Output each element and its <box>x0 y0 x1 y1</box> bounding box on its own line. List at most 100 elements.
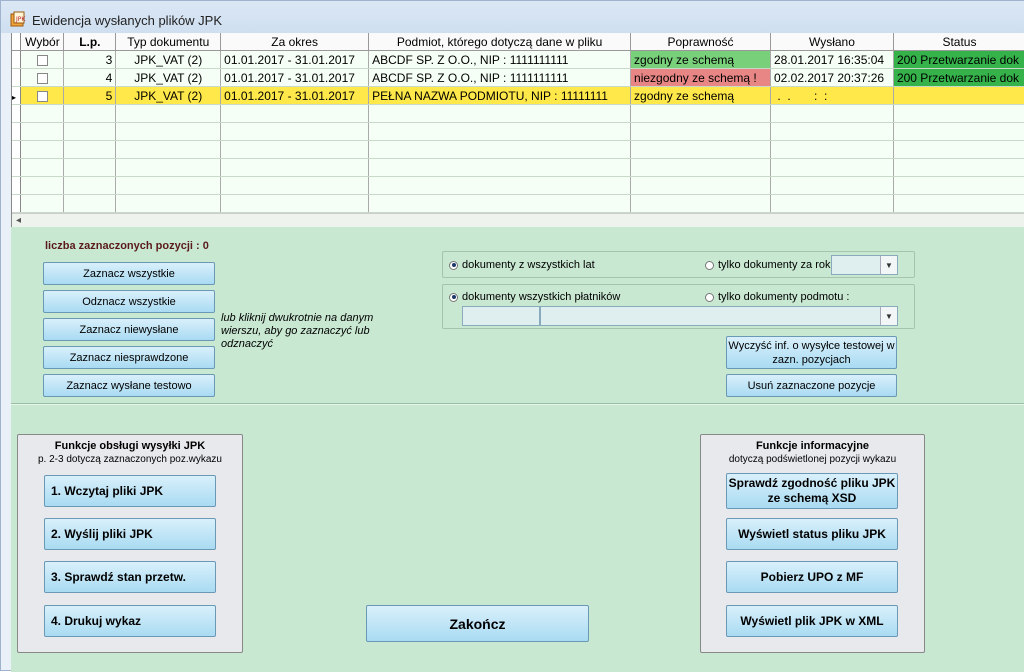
sent-cell: . . : : <box>770 86 894 105</box>
show-xml-button[interactable]: Wyświetl plik JPK w XML <box>726 605 898 637</box>
radio-all-payers-label: dokumenty wszystkich płatników <box>462 291 621 303</box>
type-cell: JPK_VAT (2) <box>115 68 222 87</box>
column-header-wybor[interactable]: Wybór <box>20 33 65 51</box>
period-cell: 01.01.2017 - 31.01.2017 <box>220 68 370 87</box>
validity-cell: zgodny ze schemą <box>630 86 771 105</box>
lp-cell: 3 <box>63 50 117 69</box>
files-table: Wybór L.p. Typ dokumentu Za okres Podmio… <box>12 33 1024 213</box>
close-button[interactable]: Zakończ <box>366 605 589 642</box>
jpk-files-grid[interactable]: Wybór L.p. Typ dokumentu Za okres Podmio… <box>11 33 1024 227</box>
select-unsent-button[interactable]: Zaznacz niewysłane <box>43 318 215 341</box>
lp-cell: 5 <box>63 86 117 105</box>
row-checkbox[interactable] <box>36 72 48 84</box>
sent-cell: 28.01.2017 16:35:04 <box>770 50 894 69</box>
show-status-button[interactable]: Wyświetl status pliku JPK <box>726 518 898 550</box>
horizontal-scrollbar[interactable]: ◂ <box>12 213 1024 227</box>
column-header-okres[interactable]: Za okres <box>220 33 370 51</box>
year-select[interactable]: ▼ <box>831 255 898 275</box>
payer-select[interactable]: ▼ <box>540 306 898 326</box>
window-title: Ewidencja wysłanych plików JPK <box>32 13 223 28</box>
column-header-podmiot[interactable]: Podmiot, którego dotyczą dane w pliku <box>368 33 632 51</box>
print-list-button[interactable]: 4. Drukuj wykaz <box>44 605 216 637</box>
empty-row <box>12 122 1024 141</box>
validity-cell: zgodny ze schemą <box>630 50 771 69</box>
period-cell: 01.01.2017 - 31.01.2017 <box>220 50 370 69</box>
empty-row <box>12 176 1024 195</box>
download-upo-button[interactable]: Pobierz UPO z MF <box>726 561 898 593</box>
table-row[interactable]: 3 JPK_VAT (2) 01.01.2017 - 31.01.2017 AB… <box>12 50 1024 69</box>
scroll-left-icon[interactable]: ◂ <box>16 215 21 226</box>
app-icon: JPK <box>10 11 26 27</box>
control-panel: liczba zaznaczonych pozycji : 0 Zaznacz … <box>11 227 1024 672</box>
deselect-all-button[interactable]: Odznacz wszystkie <box>43 290 215 313</box>
radio-all-years-label: dokumenty z wszystkich lat <box>462 259 595 271</box>
main-window: JPK Ewidencja wysłanych plików JPK Wybór… <box>0 0 1024 672</box>
payer-filter-group: dokumenty wszystkich płatników tylko dok… <box>442 284 915 329</box>
select-cell[interactable] <box>20 68 65 87</box>
empty-row <box>12 194 1024 213</box>
chevron-down-icon[interactable]: ▼ <box>880 307 897 325</box>
column-header-typ[interactable]: Typ dokumentu <box>115 33 222 51</box>
row-checkbox[interactable] <box>36 90 48 102</box>
radio-unselected-icon <box>705 292 714 302</box>
empty-row <box>12 158 1024 177</box>
row-indicator <box>12 68 22 87</box>
status-cell: 200 Przetwarzanie dok <box>893 50 1024 69</box>
payer-code-field[interactable] <box>462 306 540 326</box>
validate-xsd-button[interactable]: Sprawdź zgodność pliku JPK ze schemą XSD <box>726 473 898 509</box>
table-row-active[interactable]: ▸ 5 JPK_VAT (2) 01.01.2017 - 31.01.2017 … <box>12 86 1024 105</box>
radio-selected-icon <box>449 260 458 270</box>
empty-row <box>12 104 1024 123</box>
empty-row <box>12 140 1024 159</box>
radio-all-years[interactable]: dokumenty z wszystkich lat <box>449 259 595 271</box>
column-header-lp[interactable]: L.p. <box>63 33 117 51</box>
select-unchecked-button[interactable]: Zaznacz niesprawdzone <box>43 346 215 369</box>
clear-test-info-button[interactable]: Wyczyść inf. o wysyłce testowej w zazn. … <box>726 336 897 369</box>
row-pointer-icon: ▸ <box>12 92 17 102</box>
row-checkbox[interactable] <box>36 54 48 66</box>
selected-count-label: liczba zaznaczonych pozycji : 0 <box>45 240 209 252</box>
send-functions-subtitle: p. 2-3 dotyczą zaznaczonych poz.wykazu <box>38 454 222 465</box>
table-row[interactable]: 4 JPK_VAT (2) 01.01.2017 - 31.01.2017 AB… <box>12 68 1024 87</box>
svg-text:JPK: JPK <box>15 16 26 23</box>
remove-selected-button[interactable]: Usuń zaznaczone pozycje <box>726 374 897 397</box>
entity-cell: PEŁNA NAZWA PODMIOTU, NIP : 11111111 <box>368 86 632 105</box>
radio-payer-only[interactable]: tylko dokumenty podmotu : <box>705 291 849 303</box>
info-functions-title: Funkcje informacyjne <box>755 440 870 452</box>
info-functions-subtitle: dotyczą podświetlonej pozycji wykazu <box>728 454 897 465</box>
radio-selected-icon <box>449 292 458 302</box>
column-header-poprawnosc[interactable]: Poprawność <box>630 33 771 51</box>
validity-cell: niezgodny ze schemą ! <box>630 68 771 87</box>
entity-cell: ABCDF SP. Z O.O., NIP : 1111111111 <box>368 50 632 69</box>
radio-unselected-icon <box>705 260 714 270</box>
check-status-button[interactable]: 3. Sprawdź stan przetw. <box>44 561 216 593</box>
double-click-hint: lub kliknij dwukrotnie na danym wierszu,… <box>221 312 374 350</box>
row-indicator <box>12 50 22 69</box>
load-jpk-button[interactable]: 1. Wczytaj pliki JPK <box>44 475 216 507</box>
title-bar: JPK Ewidencja wysłanych plików JPK <box>1 1 1024 33</box>
status-cell: 200 Przetwarzanie dok <box>893 68 1024 87</box>
column-header-wyslano[interactable]: Wysłano <box>770 33 894 51</box>
entity-cell: ABCDF SP. Z O.O., NIP : 1111111111 <box>368 68 632 87</box>
chevron-down-icon[interactable]: ▼ <box>880 256 897 274</box>
column-header-status[interactable]: Status <box>893 33 1024 51</box>
period-cell: 01.01.2017 - 31.01.2017 <box>220 86 370 105</box>
send-jpk-button[interactable]: 2. Wyślij pliki JPK <box>44 518 216 550</box>
table-header-row: Wybór L.p. Typ dokumentu Za okres Podmio… <box>12 33 1024 51</box>
year-filter-group: dokumenty z wszystkich lat tylko dokumen… <box>442 251 915 278</box>
send-functions-box: Funkcje obsługi wysyłki JPK p. 2-3 dotyc… <box>17 434 243 653</box>
select-cell[interactable] <box>20 50 65 69</box>
radio-year-only[interactable]: tylko dokumenty za rok : <box>705 259 837 271</box>
select-all-button[interactable]: Zaznacz wszystkie <box>43 262 215 285</box>
section-divider <box>11 403 1024 405</box>
info-functions-box: Funkcje informacyjne dotyczą podświetlon… <box>700 434 925 653</box>
type-cell: JPK_VAT (2) <box>115 86 222 105</box>
radio-all-payers[interactable]: dokumenty wszystkich płatników <box>449 291 620 303</box>
radio-payer-only-label: tylko dokumenty podmotu : <box>718 291 850 303</box>
status-cell <box>893 86 1024 105</box>
select-cell[interactable] <box>20 86 65 105</box>
lp-cell: 4 <box>63 68 117 87</box>
type-cell: JPK_VAT (2) <box>115 50 222 69</box>
sent-cell: 02.02.2017 20:37:26 <box>770 68 894 87</box>
select-test-sent-button[interactable]: Zaznacz wysłane testowo <box>43 374 215 397</box>
